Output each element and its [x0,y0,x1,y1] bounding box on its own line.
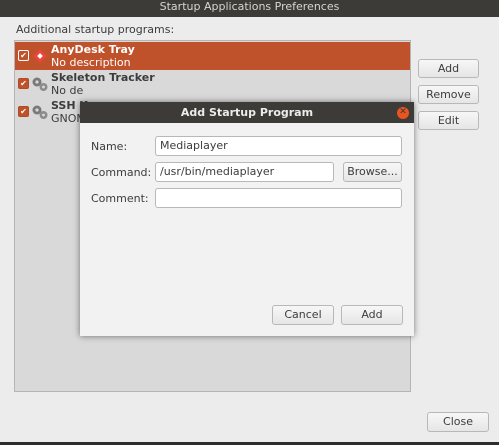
dialog-titlebar: Add Startup Program [80,102,414,123]
add-startup-program-dialog: Add Startup Program ✕ Name: Mediaplayer … [80,102,414,336]
edit-button[interactable]: Edit [418,111,479,130]
enabled-checkbox[interactable]: ✔ [18,50,29,61]
remove-button[interactable]: Remove [418,85,479,104]
cancel-button[interactable]: Cancel [272,305,334,325]
close-icon[interactable]: ✕ [397,107,409,119]
close-button[interactable]: Close [427,412,489,432]
anydesk-icon [32,48,48,64]
command-label: Command: [91,166,152,179]
window-titlebar: Startup Applications Preferences [0,0,499,17]
comment-label: Comment: [91,192,149,205]
name-label: Name: [91,140,128,153]
dialog-title: Add Startup Program [180,106,314,119]
dialog-add-button[interactable]: Add [341,305,403,325]
program-description: No de [51,84,84,97]
command-field[interactable]: /usr/bin/mediaplayer [155,162,334,182]
enabled-checkbox[interactable]: ✔ [18,106,29,117]
program-name: Skeleton Tracker [51,71,155,84]
gears-icon [32,77,48,91]
program-description: No description [51,56,131,69]
list-item-anydesk[interactable]: ✔ AnyDesk Tray No description [15,42,410,70]
list-item-skeleton-tracker[interactable]: ✔ Skeleton Tracker No de [15,70,410,98]
enabled-checkbox[interactable]: ✔ [18,78,29,89]
add-button[interactable]: Add [418,59,479,78]
browse-button[interactable]: Browse... [343,162,402,182]
comment-field[interactable] [155,188,402,208]
gears-icon [32,105,48,119]
program-name: AnyDesk Tray [51,43,135,56]
window-title: Startup Applications Preferences [159,0,340,13]
section-label: Additional startup programs: [16,23,175,36]
name-field[interactable]: Mediaplayer [155,136,402,156]
